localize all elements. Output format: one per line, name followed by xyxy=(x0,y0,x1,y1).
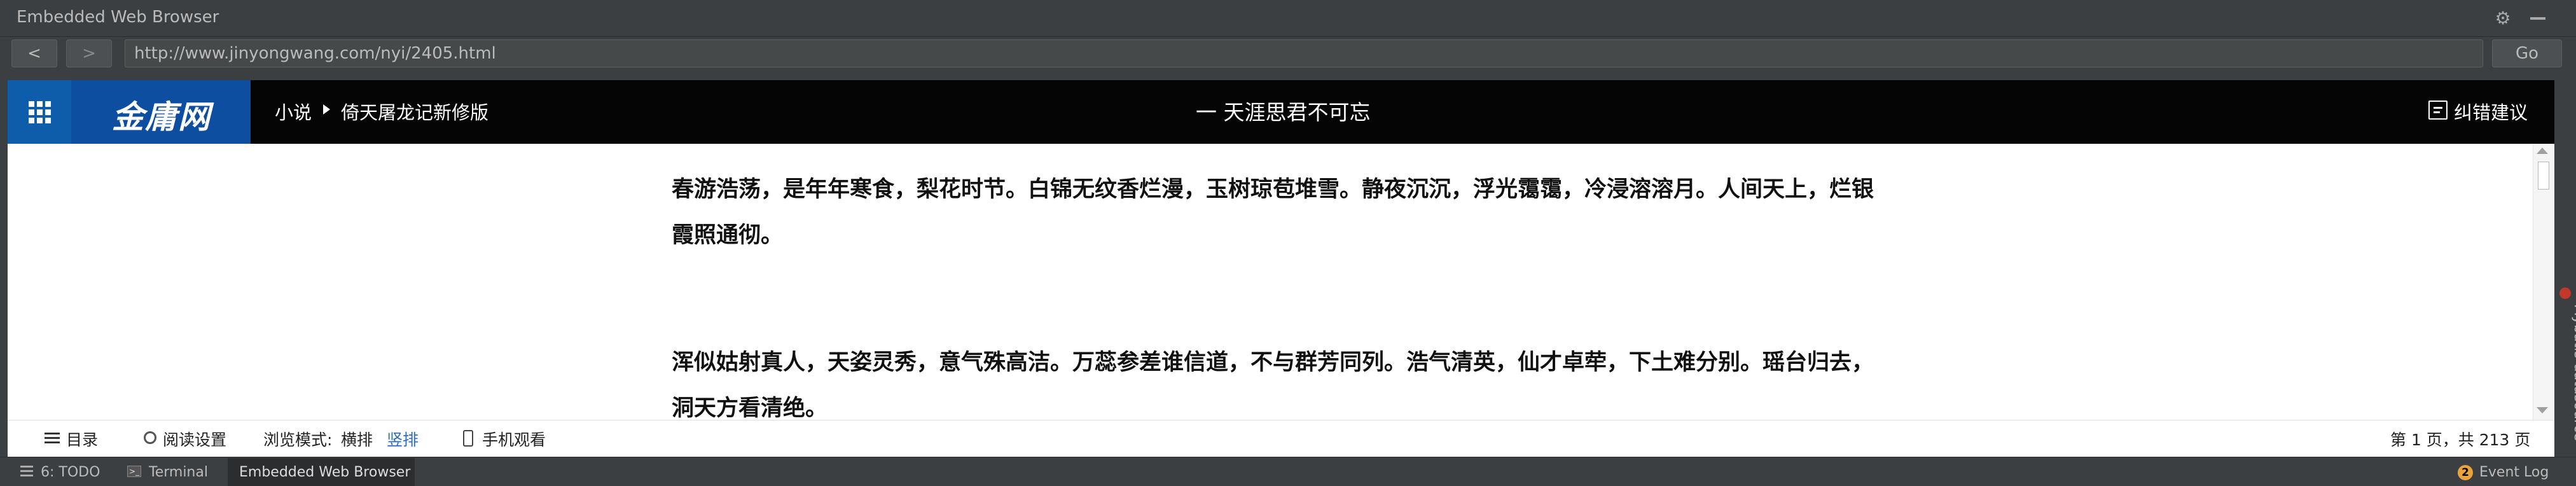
todo-icon[interactable] xyxy=(20,466,33,477)
breadcrumb-book[interactable]: 倚天屠龙记新修版 xyxy=(341,98,488,125)
paragraph: 春游浩荡，是年年寒食，梨花时节。白锦无纹香烂漫，玉树琼苞堆雪。静夜沉沉，浮光霭霭… xyxy=(672,177,1874,248)
terminal-icon[interactable]: >_ xyxy=(127,466,141,477)
event-log-tab[interactable]: Event Log xyxy=(2479,464,2549,480)
scroll-up-icon[interactable] xyxy=(2537,148,2548,154)
chapter-content: 春游浩荡，是年年寒食，梨花时节。白锦无纹香烂漫，玉树琼苞堆雪。静夜沉沉，浮光霭霭… xyxy=(8,144,2533,420)
paragraph: 浑似姑射真人，天姿灵秀，意气殊高洁。万蕊参差谁信道，不与群芳同列。浩气清英，仙才… xyxy=(672,350,1874,420)
mybatis-datasource-tab[interactable]: Mybatis datasource xyxy=(2571,304,2576,441)
phone-icon[interactable] xyxy=(463,430,473,447)
todo-tab[interactable]: 6: TODO xyxy=(41,464,100,480)
scrollbar-thumb[interactable] xyxy=(2538,162,2549,190)
terminal-tab[interactable]: Terminal xyxy=(149,464,208,480)
scroll-down-icon[interactable] xyxy=(2537,407,2548,413)
reading-settings-link[interactable]: 阅读设置 xyxy=(163,427,226,450)
gear-icon[interactable]: ⚙ xyxy=(2493,9,2512,28)
feedback-link[interactable]: 纠错建议 xyxy=(2454,98,2528,125)
panel-title: Embedded Web Browser xyxy=(17,8,219,27)
toc-icon[interactable] xyxy=(45,433,60,444)
breadcrumb-arrow-icon xyxy=(323,104,330,115)
breadcrumb-novels[interactable]: 小说 xyxy=(275,98,312,125)
embedded-browser-tab[interactable]: Embedded Web Browser xyxy=(239,464,410,480)
page-info: 第 1 页，共 213 页 xyxy=(2390,431,2531,449)
forward-button[interactable]: > xyxy=(66,39,112,67)
toc-link[interactable]: 目录 xyxy=(66,427,98,450)
go-button[interactable]: Go xyxy=(2492,39,2562,67)
event-log-icon[interactable]: 2 xyxy=(2458,465,2473,480)
feedback-icon[interactable] xyxy=(2428,101,2448,120)
panel-title-bar xyxy=(0,0,2576,37)
mybatis-icon[interactable] xyxy=(2559,288,2571,299)
settings-icon[interactable] xyxy=(144,431,156,444)
site-logo-text: 金庸网 xyxy=(112,98,211,135)
chapter-title: 一 天涯思君不可忘 xyxy=(1196,100,1371,125)
minimize-icon[interactable] xyxy=(2530,17,2545,20)
mode-vertical-button[interactable]: 竖排 xyxy=(387,427,419,450)
mode-horizontal-button[interactable]: 横排 xyxy=(341,427,373,450)
url-input[interactable]: http://www.jinyongwang.com/nyi/2405.html xyxy=(125,39,2483,67)
browse-mode-label: 浏览模式: xyxy=(263,431,333,449)
mobile-view-link[interactable]: 手机观看 xyxy=(482,427,546,450)
back-button[interactable]: < xyxy=(11,39,57,67)
menu-grid-icon[interactable] xyxy=(8,80,71,144)
